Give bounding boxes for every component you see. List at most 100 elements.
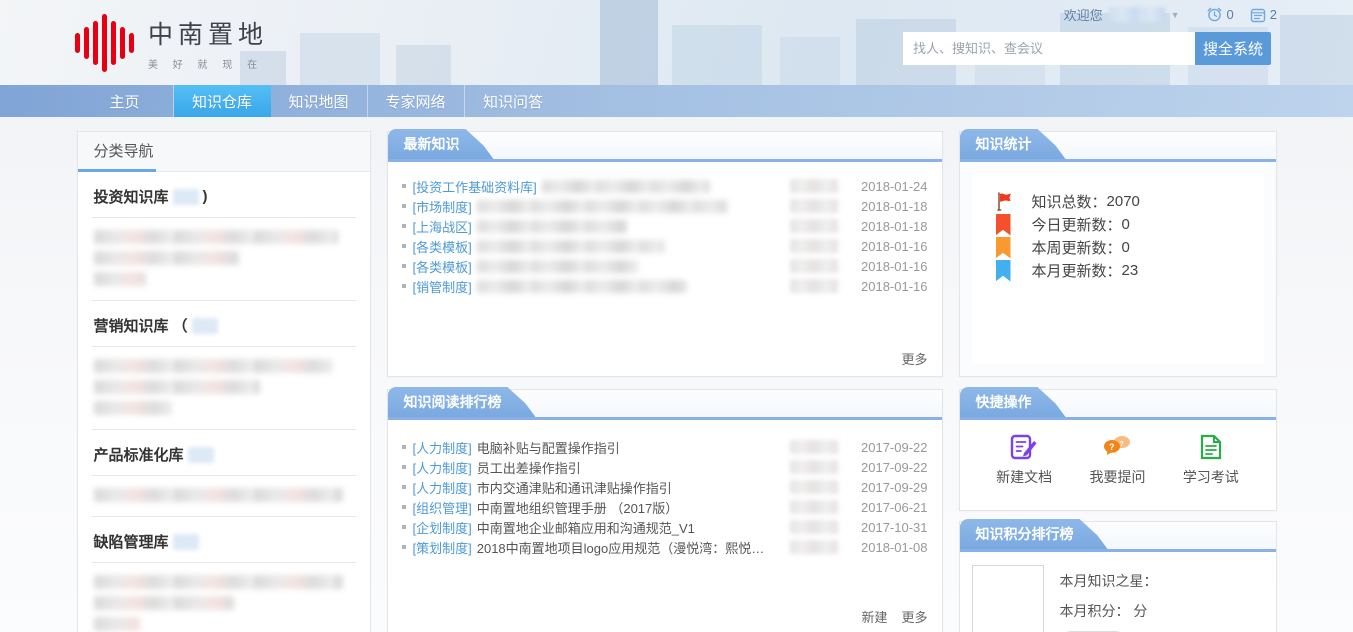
reminder-count: 0 <box>1227 7 1234 22</box>
panel-title: 知识统计 <box>960 129 1066 159</box>
panel-title: 最新知识 <box>388 129 494 159</box>
list-item[interactable]: [上海战区] 2018-01-18 <box>400 216 928 236</box>
list-item[interactable]: [组织管理] 中南置地组织管理手册 （2017版） 2017-06-21 <box>400 497 928 517</box>
quick-actions-panel: 快捷操作 新建文档 <box>959 389 1277 511</box>
quick-action-ask-question[interactable]: ? ? 我要提问 <box>1089 434 1145 487</box>
paren-text: ) <box>203 188 208 205</box>
category-link[interactable]: [投资工作基础资料库] <box>413 177 537 196</box>
item-date: 2017-09-29 <box>852 480 928 495</box>
category-link[interactable]: [策划制度] <box>413 538 472 557</box>
stat-label: 本月更新数： <box>1032 260 1122 281</box>
list-item[interactable]: [策划制度] 2018中南置地项目logo应用规范（漫悦湾：熙悦：樾府：... … <box>400 537 928 557</box>
author-redacted <box>790 239 838 253</box>
month-points-label: 本月积分： <box>1060 603 1130 619</box>
category-nav-panel: 分类导航 投资知识库 ) 营销知识库 （ <box>77 131 371 632</box>
reading-ranking-panel: 知识阅读排行榜 [人力制度] 电脑补贴与配置操作指引 2017-09-22 [人… <box>387 389 943 632</box>
list-item[interactable]: [人力制度] 电脑补贴与配置操作指引 2017-09-22 <box>400 437 928 457</box>
category-link[interactable]: [人力制度] <box>413 478 472 497</box>
title-redacted <box>477 200 727 213</box>
new-link[interactable]: 新建 <box>861 607 887 626</box>
author-redacted <box>790 440 838 454</box>
category-title-defect-management[interactable]: 缺陷管理库 <box>92 517 356 563</box>
quick-action-label: 新建文档 <box>996 467 1052 487</box>
title-redacted <box>477 240 665 253</box>
title-redacted <box>477 220 627 233</box>
category-link[interactable]: [人力制度] <box>413 438 472 457</box>
list-item[interactable]: [各类模板] 2018-01-16 <box>400 256 928 276</box>
nav-tab-home[interactable]: 主页 <box>77 85 174 117</box>
bullet-icon <box>402 244 406 248</box>
knowledge-stats-panel: 知识统计 知识总数：2070 今日更新数：0 <box>959 131 1277 377</box>
chevron-down-icon[interactable]: ▼ <box>1171 10 1180 20</box>
quick-action-new-document[interactable]: 新建文档 <box>996 434 1052 487</box>
search-input[interactable] <box>903 32 1195 65</box>
category-link[interactable]: [上海战区] <box>413 217 472 236</box>
more-link[interactable]: 更多 <box>901 607 927 626</box>
list-item[interactable]: [销管制度] 2018-01-16 <box>400 276 928 296</box>
category-link[interactable]: [各类模板] <box>413 237 472 256</box>
ask-question-icon: ? ? <box>1102 434 1132 460</box>
category-section-investment: 投资知识库 ) <box>78 172 370 301</box>
svg-text:?: ? <box>1109 442 1115 452</box>
category-label: 营销知识库 <box>94 315 169 336</box>
bullet-icon <box>402 465 406 469</box>
bullet-icon <box>402 445 406 449</box>
list-item[interactable]: [投资工作基础资料库] 2018-01-24 <box>400 176 928 196</box>
item-date: 2018-01-18 <box>852 219 928 234</box>
item-date: 2018-01-16 <box>852 259 928 274</box>
item-date: 2018-01-16 <box>852 239 928 254</box>
category-link[interactable]: [销管制度] <box>413 277 472 296</box>
points-ranking-panel: 知识积分排行榜 本月知识之星： 本月积分： 分 <box>959 521 1277 632</box>
count-redacted <box>188 447 214 463</box>
category-link[interactable]: [组织管理] <box>413 498 472 517</box>
list-item[interactable]: [人力制度] 市内交通津贴和通讯津贴操作指引 2017-09-29 <box>400 477 928 497</box>
bullet-icon <box>402 184 406 188</box>
company-logo: 中南置地 美 好 就 现 在 <box>75 14 268 72</box>
author-redacted <box>790 480 838 494</box>
redacted-links <box>92 476 356 517</box>
category-link[interactable]: [市场制度] <box>413 197 472 216</box>
stat-value: 23 <box>1122 262 1139 279</box>
more-link[interactable]: 更多 <box>901 349 927 368</box>
bullet-icon <box>402 525 406 529</box>
author-redacted <box>790 199 838 213</box>
stat-total-knowledge: 知识总数：2070 <box>996 190 1264 213</box>
logo-tagline: 美 好 就 现 在 <box>148 56 268 71</box>
stat-today-updates: 今日更新数：0 <box>996 213 1264 236</box>
author-redacted <box>790 219 838 233</box>
nav-tab-knowledge-qa[interactable]: 知识问答 <box>465 85 562 117</box>
bookmark-icon <box>996 214 1011 236</box>
list-item[interactable]: [人力制度] 员工出差操作指引 2017-09-22 <box>400 457 928 477</box>
quick-action-study-exam[interactable]: 学习考试 <box>1183 434 1239 487</box>
category-link[interactable]: [人力制度] <box>413 458 472 477</box>
category-link[interactable]: [各类模板] <box>413 257 472 276</box>
reminder-counter[interactable]: 0 <box>1206 6 1234 23</box>
panel-title: 快捷操作 <box>960 387 1066 417</box>
item-date: 2018-01-24 <box>852 179 928 194</box>
list-item[interactable]: [各类模板] 2018-01-16 <box>400 236 928 256</box>
category-link[interactable]: [企划制度] <box>413 518 472 537</box>
category-section-defect-management: 缺陷管理库 <box>78 517 370 632</box>
global-search: 搜全系统 <box>903 32 1271 65</box>
nav-tab-expert-network[interactable]: 专家网络 <box>368 85 465 117</box>
category-title-investment[interactable]: 投资知识库 ) <box>92 172 356 218</box>
month-star-label: 本月知识之星： <box>1060 571 1158 591</box>
category-title-product-standard[interactable]: 产品标准化库 <box>92 430 356 476</box>
bookmark-icon <box>996 237 1011 259</box>
svg-text:?: ? <box>1120 441 1124 448</box>
item-date: 2017-10-31 <box>852 520 928 535</box>
logo-mark-icon <box>75 14 134 72</box>
title-redacted <box>477 280 687 293</box>
list-item[interactable]: [市场制度] 2018-01-18 <box>400 196 928 216</box>
calendar-counter[interactable]: 2 <box>1250 7 1277 23</box>
avatar <box>972 565 1044 632</box>
username-redacted[interactable] <box>1109 7 1165 22</box>
item-date: 2017-09-22 <box>852 460 928 475</box>
nav-tab-knowledge-warehouse[interactable]: 知识仓库 <box>174 85 271 117</box>
search-system-button[interactable]: 搜全系统 <box>1195 32 1271 65</box>
nav-tab-knowledge-map[interactable]: 知识地图 <box>271 85 368 117</box>
list-item[interactable]: [企划制度] 中南置地企业邮箱应用和沟通规范_V1 2017-10-31 <box>400 517 928 537</box>
stat-label: 本周更新数： <box>1032 237 1122 258</box>
panel-title: 知识积分排行榜 <box>960 519 1108 549</box>
category-title-marketing[interactable]: 营销知识库 （ <box>92 301 356 347</box>
